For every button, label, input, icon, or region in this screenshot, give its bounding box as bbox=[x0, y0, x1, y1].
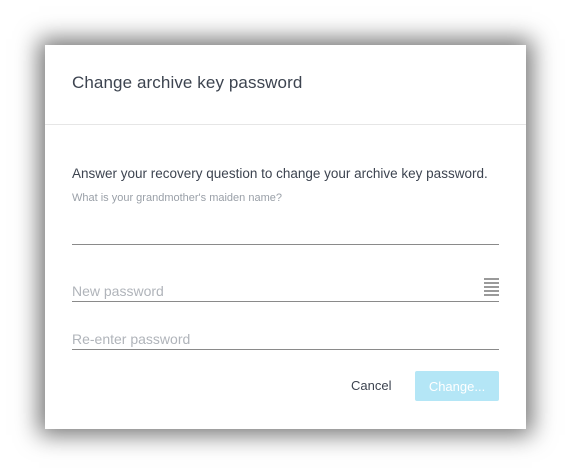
change-button[interactable]: Change... bbox=[415, 371, 499, 401]
cancel-button[interactable]: Cancel bbox=[351, 375, 391, 395]
strength-bar bbox=[484, 282, 499, 284]
strength-bar bbox=[484, 278, 499, 280]
reenter-password-input[interactable] bbox=[72, 329, 499, 350]
strength-bar bbox=[484, 294, 499, 296]
recovery-answer-input[interactable] bbox=[72, 221, 499, 245]
new-password-input[interactable] bbox=[72, 281, 499, 302]
strength-bar bbox=[484, 286, 499, 288]
recovery-question-label: What is your grandmother's maiden name? bbox=[72, 192, 282, 204]
password-strength-icon bbox=[484, 278, 499, 296]
dialog-header: Change archive key password bbox=[45, 45, 526, 125]
strength-bar bbox=[484, 290, 499, 292]
change-password-dialog: Change archive key password Answer your … bbox=[45, 45, 526, 429]
instruction-text: Answer your recovery question to change … bbox=[72, 166, 488, 181]
dialog-title: Change archive key password bbox=[72, 73, 303, 92]
